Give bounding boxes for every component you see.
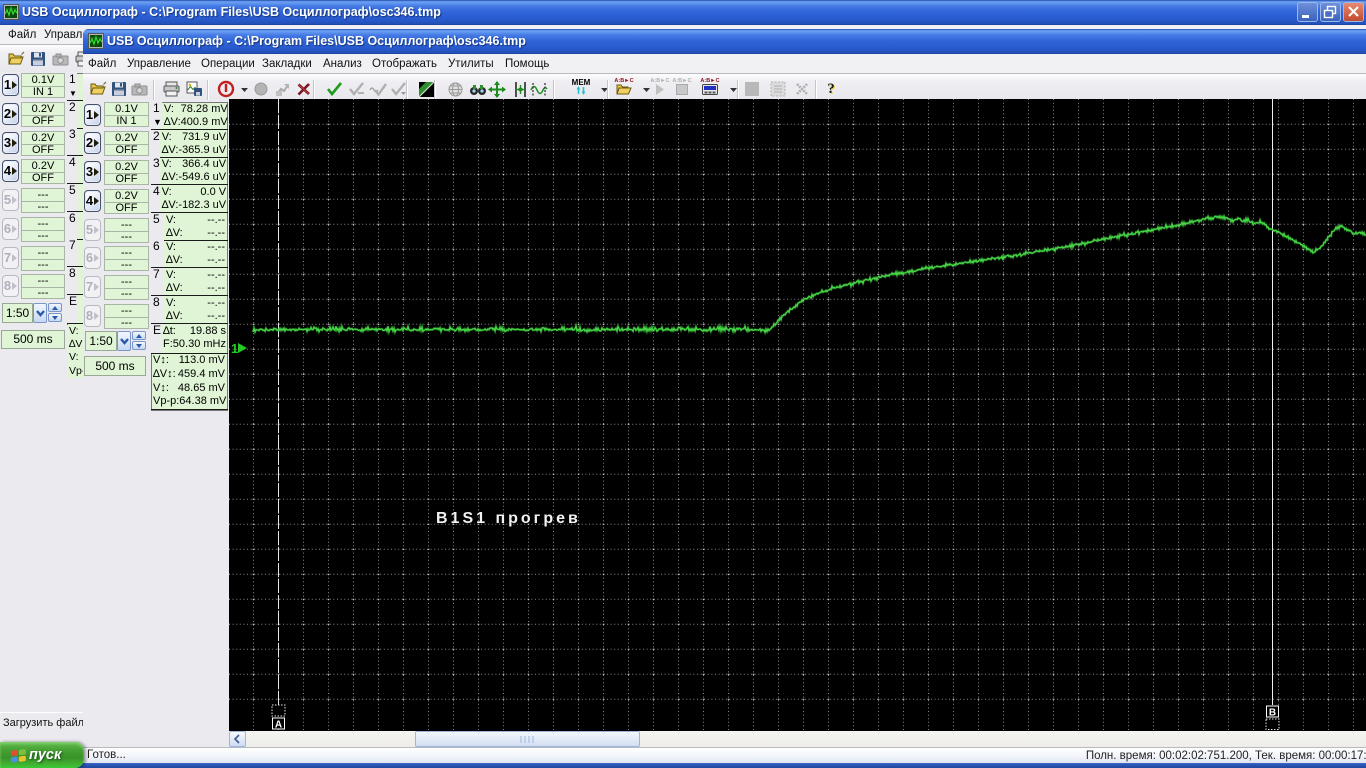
svg-text:B: B — [1269, 708, 1276, 719]
svg-text:A: A — [275, 720, 282, 731]
svg-text:B1S1 прогрев: B1S1 прогрев — [436, 510, 581, 527]
svg-text:1: 1 — [231, 341, 238, 356]
